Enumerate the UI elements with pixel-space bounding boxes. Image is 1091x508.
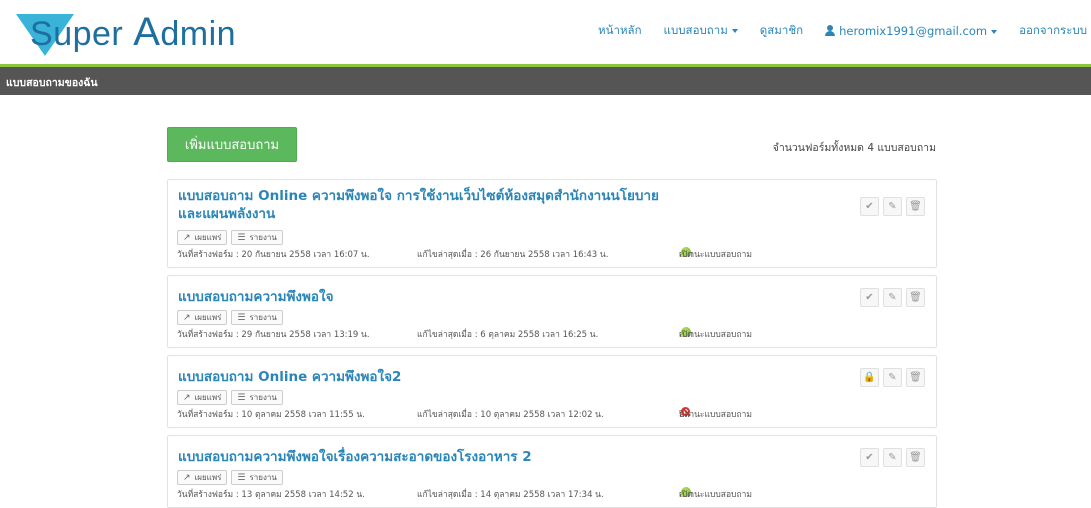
delete-button[interactable]: 🗑 <box>906 197 925 216</box>
nav-logout[interactable]: ออกจากระบบ <box>1019 22 1087 40</box>
edit-button[interactable]: ✎ <box>883 197 902 216</box>
add-survey-button[interactable]: เพิ่มแบบสอบถาม <box>167 127 297 162</box>
check-button[interactable]: ✔ <box>860 448 879 467</box>
edit-button[interactable]: ✎ <box>883 368 902 387</box>
page-title-bar: แบบสอบถามของฉัน <box>0 64 1091 95</box>
super-admin-logo[interactable]: Super Admin <box>16 8 246 58</box>
check-icon: ✔ <box>865 201 874 212</box>
trash-icon: 🗑 <box>909 372 922 383</box>
nav-survey-label: แบบสอบถาม <box>663 23 728 37</box>
survey-card: แบบสอบถามความพึงพอใจ ↗ เผยแพร่ ☰ รายงาน วั… <box>167 275 937 348</box>
publish-button[interactable]: ↗ เผยแพร่ <box>177 390 228 405</box>
check-icon: ✔ <box>865 292 874 303</box>
edit-icon: ✎ <box>888 292 897 303</box>
trash-icon: 🗑 <box>909 201 922 212</box>
caret-down-icon <box>731 28 738 33</box>
updated-date: แก้ไขล่าสุดเมื่อ : 14 ตุลาคม 2558 เวลา 1… <box>417 490 604 500</box>
user-icon <box>825 25 836 36</box>
created-date: วันที่สร้างฟอร์ม : 10 ตุลาคม 2558 เวลา 1… <box>177 410 365 420</box>
status-value: ปิด <box>679 410 690 420</box>
created-date: วันที่สร้างฟอร์ม : 13 ตุลาคม 2558 เวลา 1… <box>177 490 365 500</box>
lock-button[interactable]: 🔒 <box>860 368 879 387</box>
status-value: เปิด <box>679 330 693 340</box>
delete-button[interactable]: 🗑 <box>906 368 925 387</box>
caret-down-icon <box>991 29 998 34</box>
logo-text: Super Admin <box>30 10 237 54</box>
status-value: เปิด <box>679 490 693 500</box>
page-title: แบบสอบถามของฉัน <box>6 77 98 89</box>
publish-button[interactable]: ↗ เผยแพร่ <box>177 470 228 485</box>
report-button[interactable]: ☰ รายงาน <box>231 470 283 485</box>
check-button[interactable]: ✔ <box>860 197 879 216</box>
report-label: รายงาน <box>249 233 277 242</box>
nav-user-email: heromix1991@gmail.com <box>839 24 988 38</box>
edit-button[interactable]: ✎ <box>883 288 902 307</box>
survey-card: แบบสอบถาม Online ความพึงพอใจ2 ↗ เผยแพร่ ☰… <box>167 355 937 428</box>
edit-icon: ✎ <box>888 372 897 383</box>
edit-button[interactable]: ✎ <box>883 448 902 467</box>
list-icon: ☰ <box>237 472 246 483</box>
list-icon: ☰ <box>237 232 246 243</box>
delete-button[interactable]: 🗑 <box>906 288 925 307</box>
trash-icon: 🗑 <box>909 292 922 303</box>
updated-date: แก้ไขล่าสุดเมื่อ : 10 ตุลาคม 2558 เวลา 1… <box>417 410 604 420</box>
share-icon: ↗ <box>183 472 191 483</box>
publish-label: เผยแพร่ <box>194 233 222 242</box>
publish-button[interactable]: ↗ เผยแพร่ <box>177 230 228 245</box>
publish-label: เผยแพร่ <box>194 393 222 402</box>
nav-user-dropdown[interactable]: heromix1991@gmail.com <box>825 24 998 38</box>
edit-icon: ✎ <box>888 452 897 463</box>
trash-icon: 🗑 <box>909 452 922 463</box>
report-label: รายงาน <box>249 473 277 482</box>
check-button[interactable]: ✔ <box>860 288 879 307</box>
survey-title-link[interactable]: แบบสอบถาม Online ความพึงพอใจ2 <box>178 368 678 386</box>
delete-button[interactable]: 🗑 <box>906 448 925 467</box>
created-date: วันที่สร้างฟอร์ม : 29 กันยายน 2558 เวลา … <box>177 330 370 340</box>
lock-icon: 🔒 <box>863 372 876 383</box>
survey-title-link[interactable]: แบบสอบถามความพึงพอใจ <box>178 288 678 306</box>
nav-survey-dropdown[interactable]: แบบสอบถาม <box>664 22 738 40</box>
share-icon: ↗ <box>183 232 191 243</box>
app-header: Super Admin หน้าหลัก แบบสอบถาม ดูสมาชิก … <box>0 0 1091 64</box>
edit-icon: ✎ <box>888 201 897 212</box>
nav-members[interactable]: ดูสมาชิก <box>760 22 803 40</box>
share-icon: ↗ <box>183 392 191 403</box>
status-value: เปิด <box>679 250 693 260</box>
report-label: รายงาน <box>249 313 277 322</box>
list-icon: ☰ <box>237 392 246 403</box>
nav-home[interactable]: หน้าหลัก <box>598 22 642 40</box>
share-icon: ↗ <box>183 312 191 323</box>
created-date: วันที่สร้างฟอร์ม : 20 กันยายน 2558 เวลา … <box>177 250 370 260</box>
check-icon: ✔ <box>865 452 874 463</box>
report-label: รายงาน <box>249 393 277 402</box>
survey-card: แบบสอบถาม Online ความพึงพอใจ การใช้งานเว… <box>167 179 937 268</box>
updated-date: แก้ไขล่าสุดเมื่อ : 26 กันยายน 2558 เวลา … <box>417 250 609 260</box>
list-icon: ☰ <box>237 312 246 323</box>
report-button[interactable]: ☰ รายงาน <box>231 230 283 245</box>
report-button[interactable]: ☰ รายงาน <box>231 310 283 325</box>
survey-card: แบบสอบถามความพึงพอใจเรื่องความสะอาดของโร… <box>167 435 937 508</box>
total-forms-text: จำนวนฟอร์มทั้งหมด 4 แบบสอบถาม <box>772 142 936 154</box>
updated-date: แก้ไขล่าสุดเมื่อ : 6 ตุลาคม 2558 เวลา 16… <box>417 330 599 340</box>
top-nav: หน้าหลัก แบบสอบถาม ดูสมาชิก heromix1991@… <box>598 22 1091 40</box>
survey-title-link[interactable]: แบบสอบถาม Online ความพึงพอใจ การใช้งานเว… <box>178 187 678 223</box>
survey-title-link[interactable]: แบบสอบถามความพึงพอใจเรื่องความสะอาดของโร… <box>178 448 678 466</box>
publish-button[interactable]: ↗ เผยแพร่ <box>177 310 228 325</box>
report-button[interactable]: ☰ รายงาน <box>231 390 283 405</box>
publish-label: เผยแพร่ <box>194 473 222 482</box>
publish-label: เผยแพร่ <box>194 313 222 322</box>
